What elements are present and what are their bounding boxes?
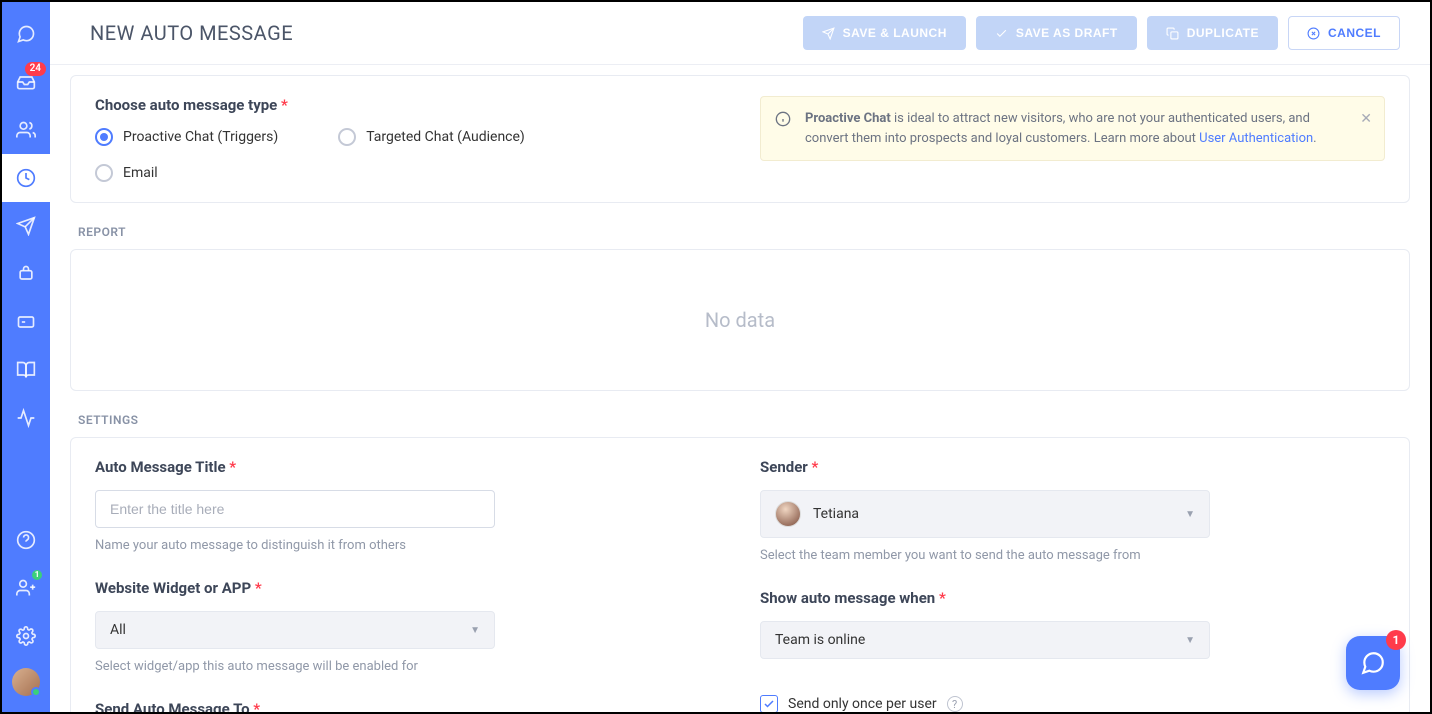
user-plus-icon — [16, 578, 36, 598]
send-icon — [822, 27, 835, 40]
radio-email[interactable]: Email — [95, 164, 720, 182]
chat-widget-button[interactable]: 1 — [1346, 636, 1400, 690]
gear-icon — [16, 626, 36, 646]
sender-helper: Select the team member you want to send … — [760, 548, 1385, 563]
inbox-badge: 24 — [25, 62, 46, 76]
radio-proactive-label: Proactive Chat (Triggers) — [123, 129, 278, 145]
radio-targeted-chat[interactable]: Targeted Chat (Audience) — [338, 128, 525, 146]
close-info-button[interactable]: ✕ — [1360, 109, 1372, 130]
save-launch-label: SAVE & LAUNCH — [843, 26, 947, 40]
sender-field-label: Sender * — [760, 458, 1385, 476]
chevron-down-icon: ▼ — [1185, 509, 1195, 520]
sidebar-item-activity[interactable] — [2, 394, 50, 442]
save-draft-button[interactable]: SAVE AS DRAFT — [976, 16, 1137, 50]
report-panel: No data — [70, 249, 1410, 391]
action-buttons: SAVE & LAUNCH SAVE AS DRAFT DUPLICATE CA… — [803, 16, 1400, 50]
sender-select[interactable]: Tetiana ▼ — [760, 490, 1210, 538]
activity-icon — [16, 408, 36, 428]
sidebar-item-contacts[interactable] — [2, 106, 50, 154]
title-field-label: Auto Message Title * — [95, 458, 720, 476]
main-content: NEW AUTO MESSAGE SAVE & LAUNCH SAVE AS D… — [50, 2, 1430, 712]
help-icon — [16, 530, 36, 550]
showwhen-value: Team is online — [775, 632, 865, 648]
users-icon — [16, 120, 36, 140]
sender-value: Tetiana — [813, 506, 859, 522]
widget-select[interactable]: All ▼ — [95, 611, 495, 649]
chat-icon — [1360, 650, 1386, 676]
settings-section-label: SETTINGS — [70, 399, 1410, 437]
chevron-down-icon: ▼ — [470, 625, 480, 636]
radio-icon — [95, 128, 113, 146]
send-icon — [16, 216, 36, 236]
page-title: NEW AUTO MESSAGE — [90, 21, 293, 45]
user-avatar[interactable] — [12, 668, 40, 696]
widget-field-label: Website Widget or APP * — [95, 579, 720, 597]
check-icon — [763, 698, 775, 710]
send-once-label: Send only once per user — [788, 696, 937, 712]
sidebar: 24 1 — [2, 2, 50, 712]
topbar: NEW AUTO MESSAGE SAVE & LAUNCH SAVE AS D… — [50, 2, 1430, 65]
chevron-down-icon: ▼ — [1185, 635, 1195, 646]
cancel-button[interactable]: CANCEL — [1288, 16, 1400, 50]
sidebar-item-knowledge[interactable] — [2, 346, 50, 394]
info-icon — [775, 111, 791, 127]
info-bold: Proactive Chat — [805, 111, 891, 126]
card-icon — [16, 312, 36, 332]
send-once-checkbox[interactable] — [760, 695, 778, 712]
sidebar-item-inbox[interactable]: 24 — [2, 58, 50, 106]
type-label: Choose auto message type * — [95, 96, 720, 114]
chat-icon — [16, 24, 36, 44]
chat-notification-badge: 1 — [1386, 630, 1406, 650]
x-circle-icon — [1307, 27, 1320, 40]
sidebar-item-campaigns[interactable] — [2, 202, 50, 250]
bot-icon — [16, 264, 36, 284]
sidebar-item-chat[interactable] — [2, 10, 50, 58]
sidebar-item-team[interactable]: 1 — [2, 564, 50, 612]
sidebar-item-automation[interactable] — [2, 154, 50, 202]
no-data-text: No data — [95, 270, 1385, 370]
report-section-label: REPORT — [70, 211, 1410, 249]
widget-helper: Select widget/app this auto message will… — [95, 659, 720, 674]
copy-icon — [1166, 27, 1179, 40]
sidebar-item-card[interactable] — [2, 298, 50, 346]
widget-value: All — [110, 622, 126, 638]
save-launch-button[interactable]: SAVE & LAUNCH — [803, 16, 966, 50]
settings-panel: Auto Message Title * Name your auto mess… — [70, 437, 1410, 712]
user-auth-link[interactable]: User Authentication — [1199, 131, 1313, 146]
title-helper: Name your auto message to distinguish it… — [95, 538, 720, 553]
sidebar-item-settings[interactable] — [2, 612, 50, 660]
title-input[interactable] — [95, 490, 495, 528]
clock-icon — [16, 168, 36, 188]
sidebar-item-bot[interactable] — [2, 250, 50, 298]
radio-proactive-chat[interactable]: Proactive Chat (Triggers) — [95, 128, 278, 146]
help-tooltip-icon[interactable]: ? — [947, 696, 963, 712]
duplicate-label: DUPLICATE — [1187, 26, 1259, 40]
radio-targeted-label: Targeted Chat (Audience) — [366, 129, 525, 145]
sidebar-item-help[interactable] — [2, 516, 50, 564]
showwhen-field-label: Show auto message when * — [760, 589, 1385, 607]
status-online-dot — [31, 687, 41, 697]
team-badge: 1 — [32, 570, 42, 580]
book-icon — [16, 360, 36, 380]
duplicate-button[interactable]: DUPLICATE — [1147, 16, 1278, 50]
sendto-field-label: Send Auto Message To * — [95, 700, 720, 712]
save-draft-label: SAVE AS DRAFT — [1016, 26, 1118, 40]
showwhen-select[interactable]: Team is online ▼ — [760, 621, 1210, 659]
radio-icon — [338, 128, 356, 146]
cancel-label: CANCEL — [1328, 26, 1381, 40]
check-icon — [995, 27, 1008, 40]
info-callout: ✕ Proactive Chat is ideal to attract new… — [760, 96, 1385, 161]
radio-email-label: Email — [123, 165, 158, 181]
type-panel: Choose auto message type * Proactive Cha… — [70, 75, 1410, 203]
radio-icon — [95, 164, 113, 182]
sender-avatar — [775, 501, 801, 527]
